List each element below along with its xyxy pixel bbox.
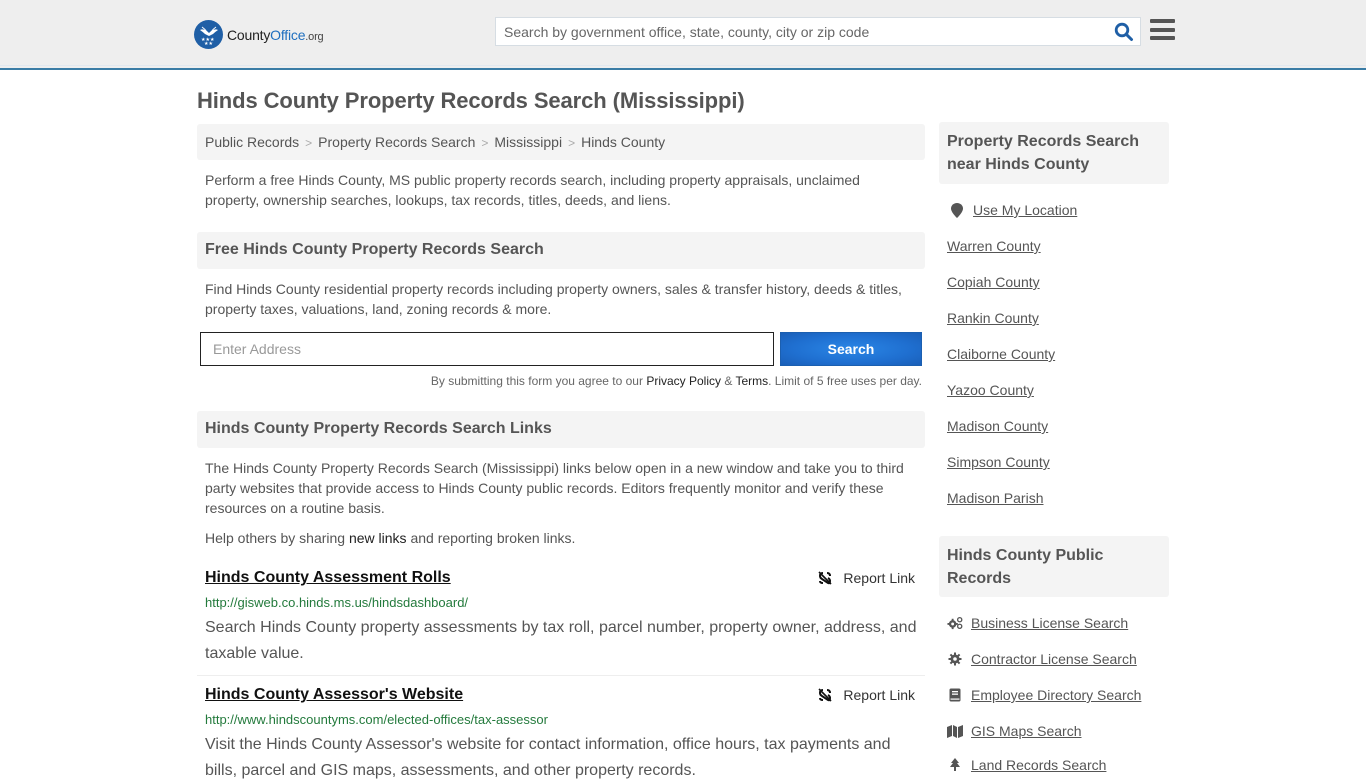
nearby-item-madison-county[interactable]: Madison County bbox=[947, 418, 1048, 434]
link-entry: Hinds County Assessor's Website Report L… bbox=[197, 686, 925, 779]
link-entry-title[interactable]: Hinds County Assessor's Website bbox=[205, 686, 463, 704]
sidebar-item-label: GIS Maps Search bbox=[971, 723, 1082, 739]
cogs-icon bbox=[947, 616, 963, 630]
public-records-heading: Hinds County Public Records bbox=[939, 536, 1169, 597]
links-section-description: The Hinds County Property Records Search… bbox=[205, 460, 904, 516]
breadcrumb-separator: > bbox=[305, 136, 313, 150]
terms-and: & bbox=[721, 374, 736, 388]
broken-link-icon bbox=[818, 688, 832, 702]
sidebar-item-label: Employee Directory Search bbox=[971, 687, 1142, 703]
report-link-label: Report Link bbox=[843, 687, 915, 703]
report-link-label: Report Link bbox=[843, 570, 915, 586]
link-entry-title[interactable]: Hinds County Assessment Rolls bbox=[205, 569, 451, 587]
report-link-button[interactable]: Report Link bbox=[817, 687, 915, 703]
search-icon[interactable] bbox=[1114, 22, 1134, 42]
report-link-button[interactable]: Report Link bbox=[817, 570, 915, 586]
site-search-input[interactable] bbox=[496, 18, 1096, 45]
link-entry: Hinds County Assessment Rolls Report Lin… bbox=[197, 569, 925, 669]
map-icon bbox=[947, 724, 963, 738]
eagle-stars-logo-icon: ★★★ ★★ bbox=[194, 20, 223, 49]
intro-text: Perform a free Hinds County, MS public p… bbox=[205, 172, 860, 208]
link-entry-description: Visit the Hinds County Assessor's websit… bbox=[205, 736, 891, 779]
breadcrumb-property-records-search[interactable]: Property Records Search bbox=[318, 134, 475, 150]
free-search-heading: Free Hinds County Property Records Searc… bbox=[197, 232, 925, 269]
address-search-button[interactable]: Search bbox=[780, 332, 922, 366]
site-search-bar bbox=[495, 17, 1141, 46]
nearby-item-simpson-county[interactable]: Simpson County bbox=[947, 454, 1050, 470]
hamburger-menu-icon[interactable] bbox=[1150, 19, 1175, 42]
links-section-heading: Hinds County Property Records Search Lin… bbox=[197, 411, 925, 448]
use-my-location-link[interactable]: Use My Location bbox=[949, 202, 1077, 218]
svg-text:★★: ★★ bbox=[204, 41, 213, 46]
nearby-heading: Property Records Search near Hinds Count… bbox=[939, 122, 1169, 184]
free-search-description: Find Hinds County residential property r… bbox=[205, 281, 902, 317]
terms-notice: By submitting this form you agree to our… bbox=[420, 374, 922, 388]
sidebar-item-gis-maps-search[interactable]: GIS Maps Search bbox=[947, 723, 1082, 739]
entry-divider bbox=[197, 675, 925, 676]
breadcrumb-mississippi[interactable]: Mississippi bbox=[494, 134, 562, 150]
nearby-item-copiah-county[interactable]: Copiah County bbox=[947, 274, 1040, 290]
sidebar-item-label: Land Records Search bbox=[971, 757, 1107, 773]
help-text: Help others by sharing new links and rep… bbox=[205, 528, 917, 548]
address-input[interactable] bbox=[200, 332, 774, 366]
terms-suffix: . Limit of 5 free uses per day. bbox=[768, 374, 922, 388]
sidebar-item-employee-directory-search[interactable]: Employee Directory Search bbox=[947, 687, 1141, 703]
nearby-item-warren-county[interactable]: Warren County bbox=[947, 238, 1041, 254]
terms-link[interactable]: Terms bbox=[735, 374, 768, 388]
logo-text: CountyOffice.org bbox=[227, 26, 324, 43]
breadcrumb-public-records[interactable]: Public Records bbox=[205, 134, 299, 150]
nearby-item-madison-parish[interactable]: Madison Parish bbox=[947, 490, 1044, 506]
breadcrumb: Public Records > Property Records Search > M… bbox=[197, 124, 925, 160]
sidebar-item-business-license-search[interactable]: Business License Search bbox=[947, 615, 1128, 631]
sidebar-item-label: Business License Search bbox=[971, 615, 1129, 631]
site-header: ★★★ ★★ CountyOffice.org bbox=[0, 0, 1366, 70]
privacy-policy-link[interactable]: Privacy Policy bbox=[646, 374, 721, 388]
nearby-item-yazoo-county[interactable]: Yazoo County bbox=[947, 382, 1034, 398]
book-icon bbox=[947, 688, 963, 702]
link-entry-url[interactable]: http://gisweb.co.hinds.ms.us/hindsdashbo… bbox=[205, 595, 468, 610]
breadcrumb-hinds-county[interactable]: Hinds County bbox=[581, 134, 665, 150]
link-entry-url[interactable]: http://www.hindscountyms.com/elected-off… bbox=[205, 712, 548, 727]
site-logo[interactable]: ★★★ ★★ CountyOffice.org bbox=[194, 20, 324, 49]
use-my-location-label: Use My Location bbox=[973, 202, 1078, 218]
page-title: Hinds County Property Records Search (Mi… bbox=[197, 88, 745, 113]
broken-link-icon bbox=[818, 571, 832, 585]
help-prefix: Help others by sharing bbox=[205, 530, 349, 546]
terms-prefix: By submitting this form you agree to our bbox=[430, 374, 647, 388]
sidebar-item-contractor-license-search[interactable]: Contractor License Search bbox=[947, 651, 1137, 667]
map-marker-icon bbox=[949, 202, 965, 218]
tree-icon bbox=[947, 758, 963, 772]
breadcrumb-separator: > bbox=[481, 136, 489, 150]
nearby-item-rankin-county[interactable]: Rankin County bbox=[947, 310, 1039, 326]
gear-icon bbox=[947, 652, 963, 666]
sidebar-item-land-records-search[interactable]: Land Records Search bbox=[947, 757, 1106, 773]
help-suffix: and reporting broken links. bbox=[406, 530, 576, 546]
breadcrumb-separator: > bbox=[568, 136, 576, 150]
sidebar-item-label: Contractor License Search bbox=[971, 651, 1137, 667]
new-links-link[interactable]: new links bbox=[349, 530, 407, 546]
nearby-item-claiborne-county[interactable]: Claiborne County bbox=[947, 346, 1055, 362]
link-entry-description: Search Hinds County property assessments… bbox=[205, 619, 917, 662]
